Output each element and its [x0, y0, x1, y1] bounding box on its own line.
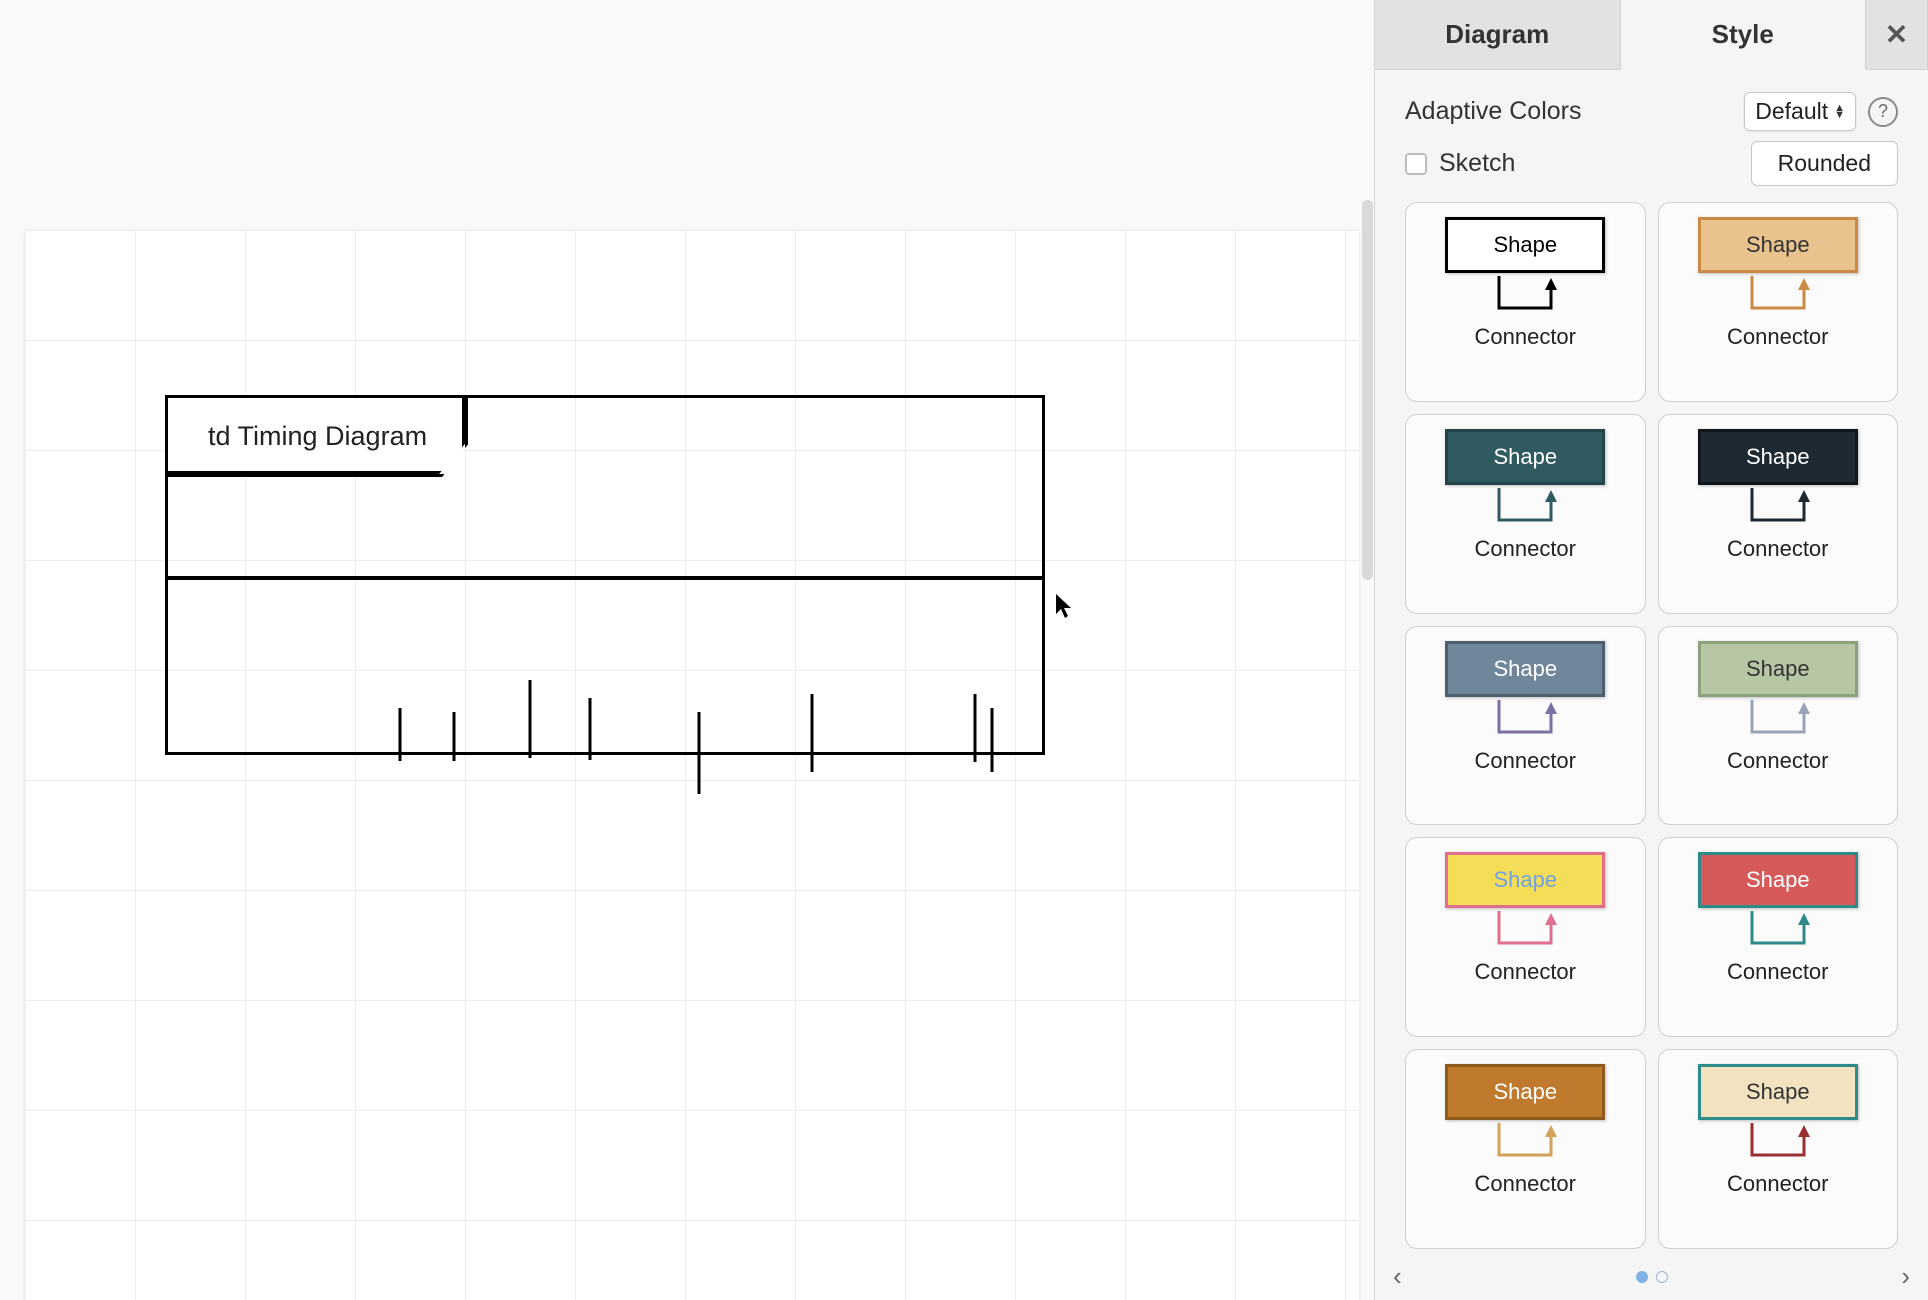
timing-frame[interactable]: td Timing Diagram: [165, 395, 1045, 755]
panel-body: Adaptive Colors Default ▲▼ ? Sketch Roun…: [1375, 70, 1928, 1255]
swatch-shape: Shape: [1445, 217, 1605, 273]
rounded-label: Rounded: [1778, 150, 1871, 176]
swatch-shape: Shape: [1698, 852, 1858, 908]
swatch-shape: Shape: [1698, 429, 1858, 485]
swatch-shape: Shape: [1445, 429, 1605, 485]
style-swatches-grid: Shape Connector Shape Connector Shape Connect…: [1405, 202, 1898, 1249]
swatch-connector-icon: [1479, 488, 1571, 530]
sketch-checkbox[interactable]: [1405, 153, 1427, 175]
ruler-tick[interactable]: [811, 694, 814, 772]
help-icon[interactable]: ?: [1868, 97, 1898, 127]
swatch-connector-label: Connector: [1727, 536, 1829, 562]
adaptive-colors-label: Adaptive Colors: [1405, 97, 1581, 126]
swatch-shape: Shape: [1698, 641, 1858, 697]
style-swatch[interactable]: Shape Connector: [1405, 202, 1646, 402]
sketch-label: Sketch: [1439, 149, 1515, 178]
tab-style-label: Style: [1712, 19, 1774, 50]
frame-title[interactable]: td Timing Diagram: [165, 395, 468, 477]
style-swatch[interactable]: Shape Connector: [1405, 626, 1646, 826]
swatch-connector-label: Connector: [1474, 748, 1576, 774]
swatch-shape: Shape: [1698, 217, 1858, 273]
style-swatch[interactable]: Shape Connector: [1405, 414, 1646, 614]
pager-dot-2[interactable]: [1656, 1271, 1668, 1283]
pager-prev[interactable]: ‹: [1393, 1261, 1402, 1292]
swatch-connector-icon: [1479, 911, 1571, 953]
swatch-connector-label: Connector: [1474, 1171, 1576, 1197]
swatch-connector-icon: [1479, 276, 1571, 318]
scrollbar-thumb[interactable]: [1362, 200, 1373, 580]
pager-dots: [1636, 1271, 1668, 1283]
style-swatch[interactable]: Shape Connector: [1658, 1049, 1899, 1249]
swatch-connector-icon: [1732, 700, 1824, 742]
ruler-tick[interactable]: [698, 712, 701, 794]
swatch-shape: Shape: [1445, 1064, 1605, 1120]
ruler-tick[interactable]: [991, 708, 994, 772]
tab-diagram-label: Diagram: [1445, 19, 1549, 50]
style-swatch[interactable]: Shape Connector: [1658, 837, 1899, 1037]
adaptive-colors-value: Default: [1755, 98, 1828, 125]
frame-divider: [168, 576, 1042, 580]
swatch-connector-label: Connector: [1474, 536, 1576, 562]
rounded-button[interactable]: Rounded: [1751, 141, 1898, 186]
ruler-tick[interactable]: [589, 698, 592, 760]
pager-dot-1[interactable]: [1636, 1271, 1648, 1283]
pager: ‹ ›: [1375, 1255, 1928, 1300]
ruler-tick[interactable]: [453, 712, 456, 761]
swatch-connector-icon: [1479, 1123, 1571, 1165]
swatch-connector-icon: [1732, 488, 1824, 530]
style-swatch[interactable]: Shape Connector: [1658, 202, 1899, 402]
swatch-connector-label: Connector: [1474, 324, 1576, 350]
close-icon: ✕: [1885, 18, 1908, 51]
swatch-connector-label: Connector: [1727, 959, 1829, 985]
ruler-tick[interactable]: [529, 680, 532, 758]
swatch-shape: Shape: [1698, 1064, 1858, 1120]
style-swatch[interactable]: Shape Connector: [1405, 837, 1646, 1037]
style-swatch[interactable]: Shape Connector: [1405, 1049, 1646, 1249]
swatch-connector-icon: [1732, 276, 1824, 318]
tab-diagram[interactable]: Diagram: [1375, 0, 1621, 70]
swatch-connector-icon: [1479, 700, 1571, 742]
close-panel-button[interactable]: ✕: [1866, 0, 1928, 70]
pager-next[interactable]: ›: [1901, 1261, 1910, 1292]
ruler-tick[interactable]: [399, 708, 402, 761]
tab-style[interactable]: Style: [1621, 0, 1867, 70]
style-panel: Diagram Style ✕ Adaptive Colors Default …: [1374, 0, 1928, 1300]
swatch-connector-icon: [1732, 911, 1824, 953]
adaptive-colors-row: Adaptive Colors Default ▲▼ ?: [1405, 92, 1898, 131]
canvas-area[interactable]: td Timing Diagram: [0, 0, 1374, 1300]
style-swatch[interactable]: Shape Connector: [1658, 414, 1899, 614]
swatch-connector-label: Connector: [1727, 324, 1829, 350]
swatch-connector-icon: [1732, 1123, 1824, 1165]
sketch-rounded-row: Sketch Rounded: [1405, 141, 1898, 186]
swatch-connector-label: Connector: [1727, 1171, 1829, 1197]
style-swatch[interactable]: Shape Connector: [1658, 626, 1899, 826]
swatch-connector-label: Connector: [1474, 959, 1576, 985]
frame-title-text: td Timing Diagram: [208, 421, 427, 452]
swatch-connector-label: Connector: [1727, 748, 1829, 774]
adaptive-colors-select[interactable]: Default ▲▼: [1744, 92, 1856, 131]
chevron-updown-icon: ▲▼: [1834, 105, 1845, 119]
swatch-shape: Shape: [1445, 641, 1605, 697]
canvas-grid[interactable]: td Timing Diagram: [25, 230, 1359, 1300]
panel-tabs: Diagram Style ✕: [1375, 0, 1928, 70]
mouse-cursor-icon: [1055, 593, 1073, 619]
swatch-shape: Shape: [1445, 852, 1605, 908]
ruler-tick[interactable]: [974, 694, 977, 762]
